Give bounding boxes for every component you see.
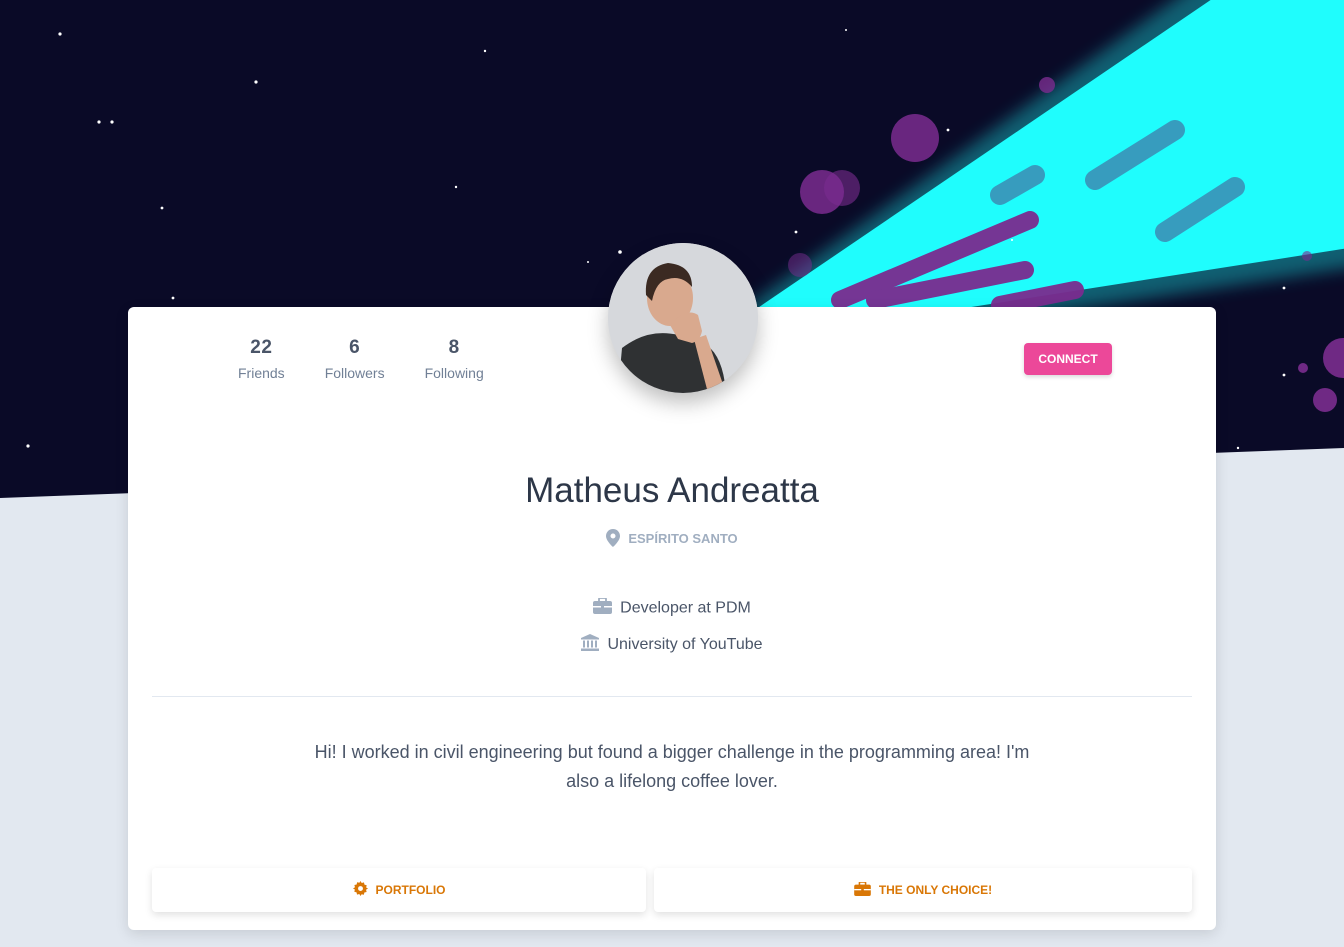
only-choice-label: THE ONLY CHOICE!	[878, 883, 993, 897]
stat-followers-label: Followers	[324, 365, 385, 381]
profile-card: 22 Friends 6 Followers 8 Following CONNE…	[128, 243, 1216, 930]
only-choice-button[interactable]: THE ONLY CHOICE!	[654, 868, 1192, 912]
briefcase-icon	[854, 880, 871, 899]
education-text: University of YouTube	[607, 636, 763, 654]
stat-following: 8 Following	[405, 337, 504, 381]
job-text: Developer at PDM	[620, 599, 751, 617]
avatar	[608, 243, 758, 393]
profile-name: Matheus Andreatta	[525, 471, 819, 510]
location-text: ESPÍRITO SANTO	[628, 530, 738, 546]
profile-bio: Hi! I worked in civil engineering but fo…	[314, 742, 1030, 791]
gear-icon	[352, 881, 368, 899]
avatar-photo	[608, 243, 758, 393]
stat-friends-label: Friends	[238, 365, 285, 381]
stat-following-count: 8	[448, 337, 460, 358]
university-icon	[581, 634, 600, 656]
profile-job: Developer at PDM	[128, 597, 1216, 619]
profile-location: ESPÍRITO SANTO	[128, 529, 1216, 550]
stat-friends-count: 22	[250, 337, 273, 358]
connect-button[interactable]: CONNECT	[1024, 343, 1112, 375]
stat-followers-count: 6	[349, 337, 361, 358]
profile-education: University of YouTube	[128, 634, 1216, 656]
portfolio-button[interactable]: PORTFOLIO	[152, 868, 646, 912]
divider	[152, 696, 1192, 697]
briefcase-icon	[593, 597, 613, 619]
stat-following-label: Following	[424, 365, 484, 381]
stat-friends: 22 Friends	[218, 337, 305, 381]
stat-followers: 6 Followers	[305, 337, 405, 381]
map-marker-icon	[606, 529, 621, 550]
profile-stats: 22 Friends 6 Followers 8 Following	[218, 337, 504, 381]
portfolio-label: PORTFOLIO	[375, 883, 446, 897]
